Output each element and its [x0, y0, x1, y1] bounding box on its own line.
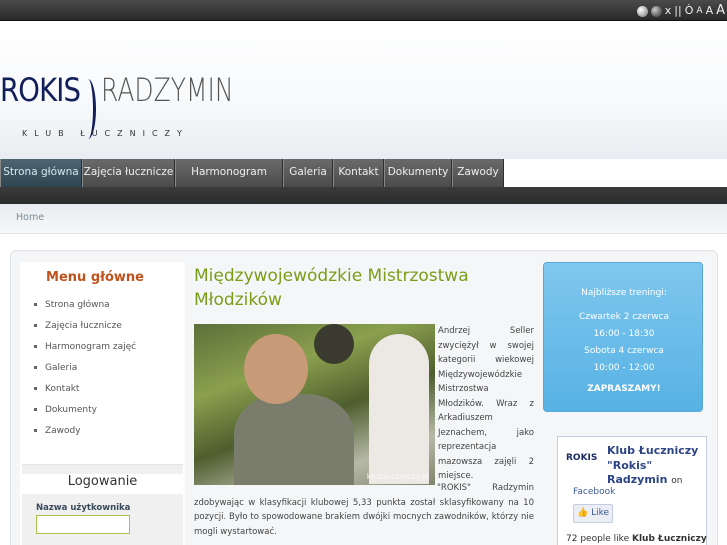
sidebar-item-contact[interactable]: Kontakt: [34, 382, 136, 403]
nav-item-documents[interactable]: Dokumenty: [384, 159, 452, 187]
training-time-2: 10:00 - 12:00: [593, 363, 655, 373]
sidebar-item-home[interactable]: Strona główna: [34, 298, 136, 319]
facebook-link[interactable]: Facebook: [573, 487, 615, 497]
photo-watermark: klubluczniczy.pl: [366, 472, 429, 481]
nav-underbar: [0, 187, 727, 204]
font-medium-button[interactable]: A: [706, 3, 714, 19]
training-day-2: Sobota 4 czerwca: [584, 346, 664, 356]
photo-boy-head: [244, 334, 308, 404]
article-paragraph-1: Andrzej Seller zwyciężył w swojej katego…: [438, 326, 534, 481]
sidebar-item-archery-classes[interactable]: Zajęcia łucznicze: [34, 319, 136, 340]
like-count-name: Klub Łuczniczy: [632, 534, 707, 544]
facebook-on-label: on: [671, 476, 683, 486]
facebook-page-logo[interactable]: ROKIS: [566, 453, 598, 473]
login-box: Logowanie Nazwa użytkownika: [22, 464, 183, 545]
training-heading: Najbliższe treningi:: [581, 288, 667, 298]
username-field[interactable]: [36, 515, 130, 534]
breadcrumb-home[interactable]: Home: [16, 212, 44, 223]
nav-item-gallery[interactable]: Galeria: [283, 159, 333, 187]
sidebar-title: Menu główne: [46, 270, 144, 285]
site-logo[interactable]: ROKIS RADZYMIN KLUB ŁUCZNICZY: [0, 57, 250, 147]
top-toolbar: x || Ò A A A: [0, 0, 727, 21]
thumbs-up-icon: 👍: [576, 508, 589, 518]
sidebar-item-documents[interactable]: Dokumenty: [34, 403, 136, 424]
training-box: Najbliższe treningi: Czwartek 2 czerwca …: [543, 262, 703, 412]
sidebar-item-gallery[interactable]: Galeria: [34, 361, 136, 382]
logo-subtitle: KLUB ŁUCZNICZY: [22, 129, 189, 138]
article-photo: klubluczniczy.pl: [194, 324, 435, 485]
training-time-1: 16:00 - 18:30: [593, 329, 655, 339]
training-lines: Najbliższe treningi: Czwartek 2 czerwca …: [544, 285, 704, 398]
facebook-like-count: 72 people like Klub Łuczniczy: [566, 534, 707, 544]
sidebar-item-competitions[interactable]: Zawody: [34, 424, 136, 445]
photo-boy-body: [234, 394, 354, 485]
site-header: ROKIS RADZYMIN KLUB ŁUCZNICZY: [0, 21, 727, 159]
sidebar-item-schedule[interactable]: Harmonogram zajęć: [34, 340, 136, 361]
username-label: Nazwa użytkownika: [36, 503, 131, 513]
facebook-like-button[interactable]: 👍 Like: [573, 504, 613, 523]
logo-radzymin: RADZYMIN: [101, 71, 234, 109]
font-large-button[interactable]: A: [716, 3, 725, 19]
photo-background-person: [314, 324, 354, 364]
article-title[interactable]: Międzywojewódzkie Mistrzostwa Młodzików: [194, 264, 524, 312]
nav-item-competitions[interactable]: Zawody: [452, 159, 504, 187]
nav-item-home[interactable]: Strona główna: [0, 159, 82, 187]
logo-rokis: ROKIS: [0, 71, 81, 109]
tool-pause[interactable]: ||: [674, 3, 681, 19]
nav-item-archery-classes[interactable]: Zajęcia łucznicze: [82, 159, 175, 187]
facebook-page-name[interactable]: Klub Łuczniczy "Rokis" Radzymin on: [607, 444, 707, 489]
training-cta: ZAPRASZAMY!: [587, 384, 661, 394]
article-paragraph-2-body: zdobywając w klasyfikacji klubowej 5,33 …: [194, 497, 534, 537]
breadcrumb: Home: [0, 204, 727, 234]
contrast-light-icon[interactable]: [636, 5, 648, 17]
article-club-name: "ROKIS" Radzymin: [437, 483, 534, 493]
tool-x[interactable]: x: [665, 3, 672, 19]
like-count-text: 72 people like: [566, 534, 630, 544]
training-spacer-1: [544, 302, 704, 309]
training-day-1: Czwartek 2 czerwca: [578, 312, 670, 322]
nav-item-schedule[interactable]: Harmonogram zajęć: [175, 159, 283, 204]
main-nav: Strona główna Zajęcia łucznicze Harmonog…: [0, 159, 727, 204]
article-paragraph-2: "ROKIS" Radzymin zdobywając w klasyfikac…: [194, 481, 534, 539]
like-label: Like: [591, 508, 610, 518]
login-title: Logowanie: [22, 474, 183, 494]
tool-reset[interactable]: Ò: [685, 3, 694, 19]
photo-presenter: [369, 334, 429, 484]
font-small-button[interactable]: A: [696, 3, 702, 19]
facebook-widget: ROKIS Klub Łuczniczy "Rokis" Radzymin on…: [557, 436, 707, 545]
nav-item-contact[interactable]: Kontakt: [333, 159, 384, 187]
contrast-dark-icon[interactable]: [650, 5, 662, 17]
sidebar-menu: Strona główna Zajęcia łucznicze Harmonog…: [34, 298, 136, 445]
accessibility-tools: x || Ò A A A: [636, 3, 725, 19]
facebook-page-name-text[interactable]: Klub Łuczniczy "Rokis" Radzymin: [607, 444, 698, 486]
